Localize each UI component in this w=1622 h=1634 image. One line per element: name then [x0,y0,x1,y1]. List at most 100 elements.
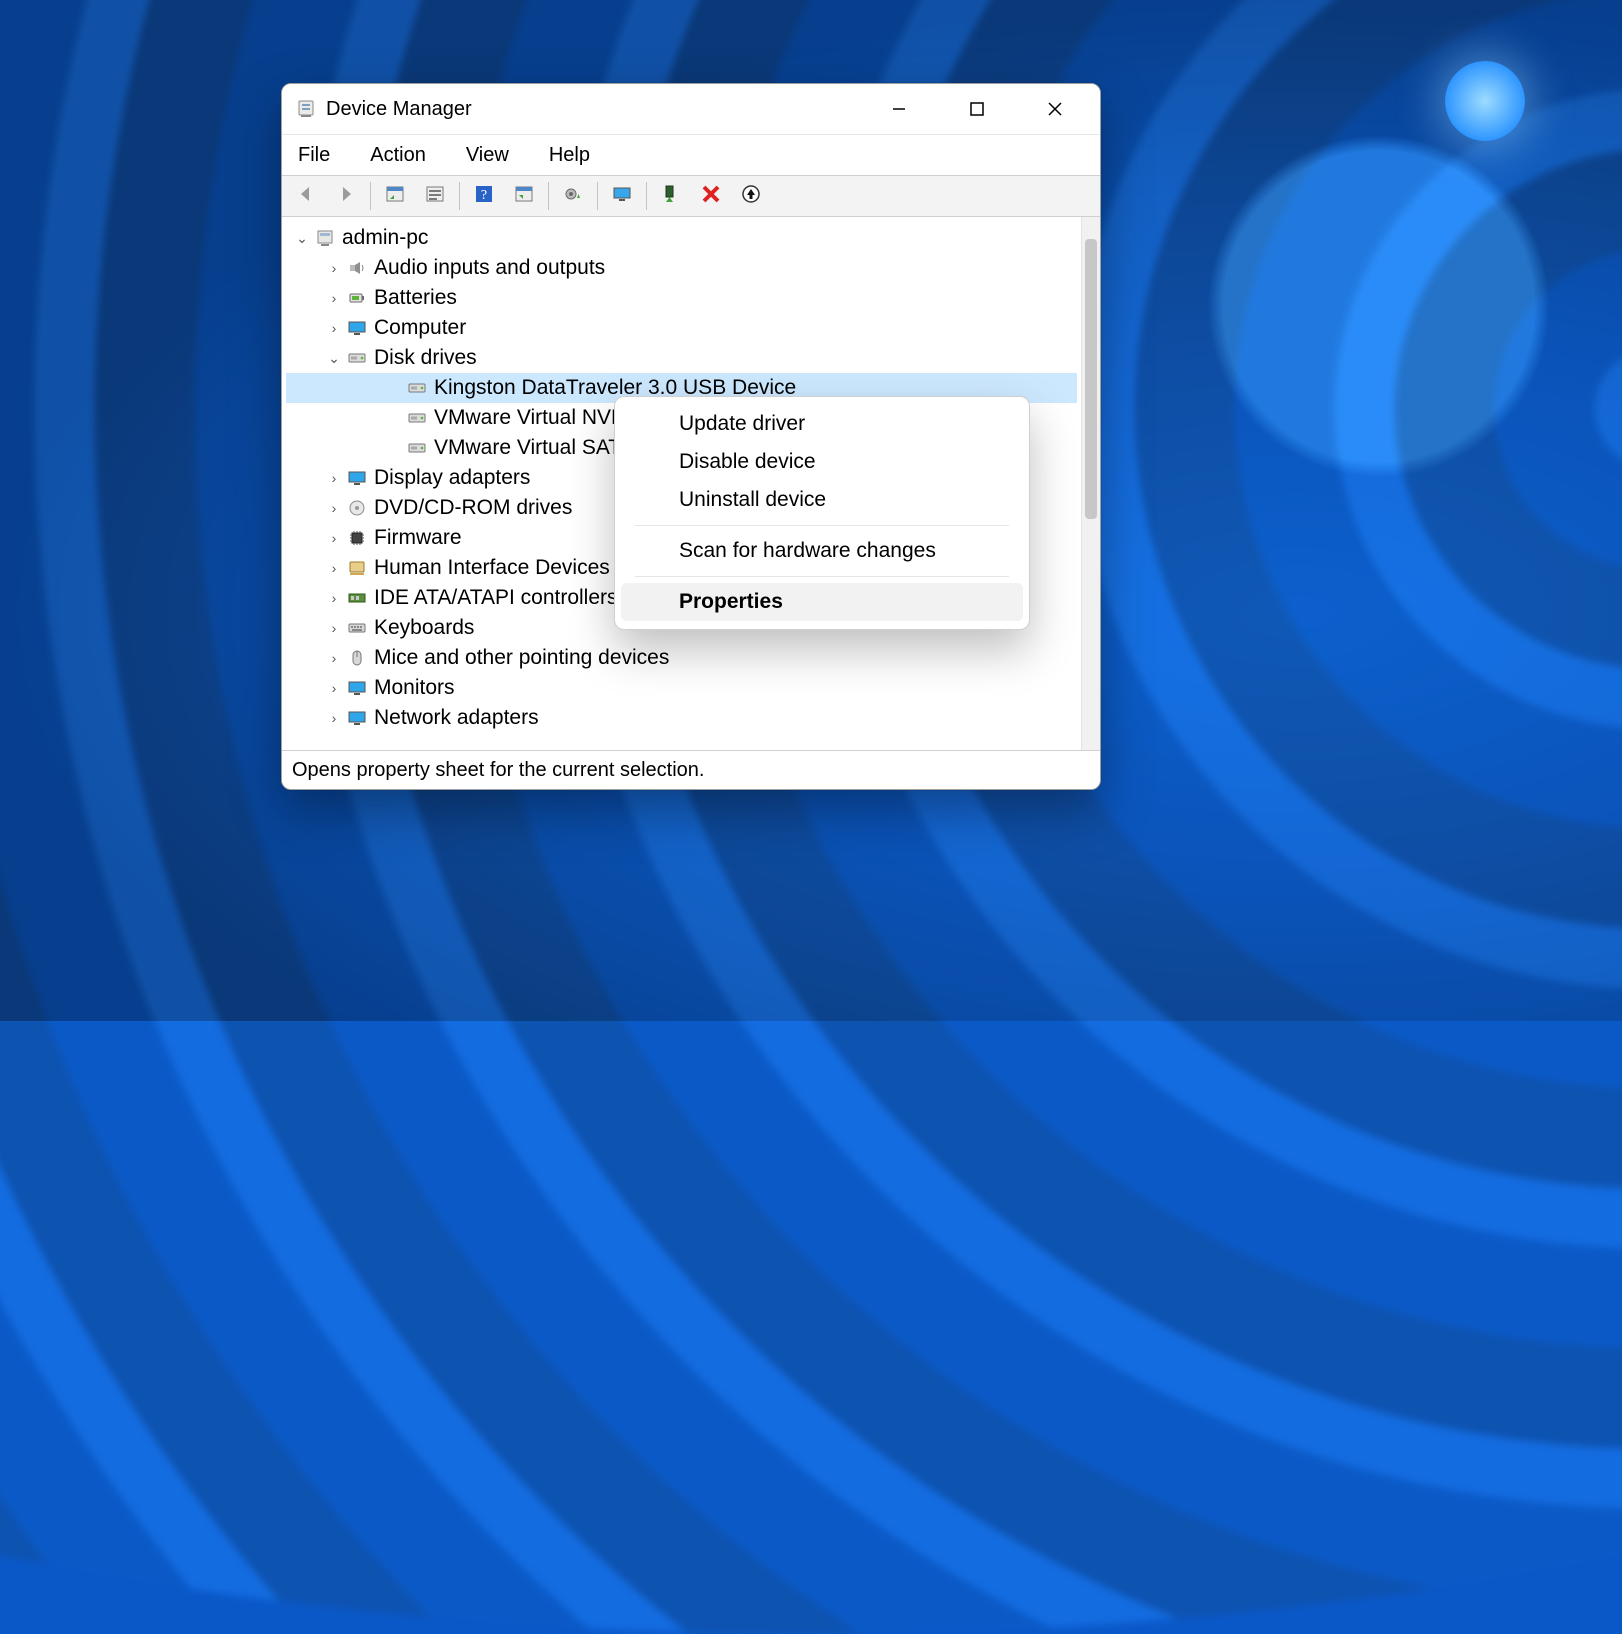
toolbar-monitor-settings[interactable] [604,178,640,214]
monitor-icon [612,184,632,209]
menubar: File Action View Help [282,134,1100,175]
context-menu: Update driverDisable deviceUninstall dev… [614,396,1030,630]
minimize-button[interactable] [884,94,914,124]
tree-node-cat-10[interactable]: › Mice and other pointing devices [286,643,1077,673]
disk-icon [406,437,428,459]
optical-icon [346,497,368,519]
context-menu-scan-for-hardware-changes[interactable]: Scan for hardware changes [621,532,1023,570]
tree-node-label: Monitors [374,676,455,700]
svg-text:?: ? [481,188,487,203]
toolbar-separator [459,182,460,210]
tree-node-cat-2[interactable]: › Computer [286,313,1077,343]
scrollbar-thumb[interactable] [1085,239,1097,519]
chevron-right-icon[interactable]: › [324,470,344,486]
tree-node-label: admin-pc [342,226,428,250]
toolbar-scan-hardware[interactable] [506,178,542,214]
tree-node-cat-1[interactable]: › Batteries [286,283,1077,313]
arrow-left-icon [296,184,316,209]
mouse-icon [346,647,368,669]
context-menu-properties[interactable]: Properties [621,583,1023,621]
chevron-right-icon[interactable]: › [324,710,344,726]
chevron-right-icon[interactable]: › [324,320,344,336]
toolbar-help[interactable]: ? [466,178,502,214]
disk-icon [406,407,428,429]
chevron-right-icon[interactable]: › [324,650,344,666]
chevron-right-icon[interactable]: › [324,530,344,546]
pc-icon [314,227,336,249]
chevron-right-icon[interactable]: › [324,590,344,606]
tree-node-label: Audio inputs and outputs [374,256,605,280]
display-icon [346,707,368,729]
toolbar-disable[interactable] [693,178,729,214]
titlebar[interactable]: Device Manager [282,84,1100,134]
chevron-right-icon[interactable]: › [324,260,344,276]
ide-icon [346,587,368,609]
tree-node-cat-11[interactable]: › Monitors [286,673,1077,703]
menu-action[interactable]: Action [364,141,432,170]
tree-node-label: Human Interface Devices [374,556,610,580]
context-menu-disable-device[interactable]: Disable device [621,443,1023,481]
toolbar-uninstall[interactable] [733,178,769,214]
tree-node-cat-12[interactable]: › Network adapters [286,703,1077,733]
tree-node-label: Computer [374,316,466,340]
gear-up-icon [563,184,583,209]
toolbar-properties[interactable] [417,178,453,214]
properties-icon [425,184,445,209]
chevron-right-icon[interactable]: › [324,620,344,636]
context-menu-separator [635,576,1009,577]
tree-node-label: Batteries [374,286,457,310]
chevron-right-icon[interactable]: › [324,560,344,576]
keyboard-icon [346,617,368,639]
app-icon [296,99,316,119]
tree-node-label: Display adapters [374,466,530,490]
tree-node-cat-3[interactable]: ⌄ Disk drives [286,343,1077,373]
tree-node-label: Disk drives [374,346,477,370]
tree-node-label: Network adapters [374,706,539,730]
tree-node-root[interactable]: ⌄ admin-pc [286,223,1077,253]
toolbar: ? [282,175,1100,217]
menu-file[interactable]: File [292,141,336,170]
window-list-icon [385,184,405,209]
toolbar-forward[interactable] [328,178,364,214]
tree-node-label: Firmware [374,526,462,550]
disk-icon [406,377,428,399]
maximize-button[interactable] [962,94,992,124]
context-menu-separator [635,525,1009,526]
statusbar: Opens property sheet for the current sel… [282,751,1100,789]
chip-icon [346,527,368,549]
chevron-down-icon[interactable]: ⌄ [324,350,344,367]
display-icon [346,677,368,699]
menu-help[interactable]: Help [543,141,596,170]
scrollbar[interactable] [1081,217,1100,750]
computer-icon [346,317,368,339]
speaker-icon [346,257,368,279]
uninstall-icon [741,184,761,209]
menu-view[interactable]: View [460,141,515,170]
tree-node-label: Mice and other pointing devices [374,646,669,670]
toolbar-show-hidden[interactable] [377,178,413,214]
chevron-right-icon[interactable]: › [324,290,344,306]
toolbar-back[interactable] [288,178,324,214]
toolbar-enable[interactable] [653,178,689,214]
hid-icon [346,557,368,579]
tree-node-label: Keyboards [374,616,474,640]
disk-icon [346,347,368,369]
statusbar-text: Opens property sheet for the current sel… [292,759,704,782]
window-title: Device Manager [326,98,472,121]
toolbar-separator [548,182,549,210]
tree-node-cat-0[interactable]: › Audio inputs and outputs [286,253,1077,283]
help-icon: ? [474,184,494,209]
chevron-right-icon[interactable]: › [324,500,344,516]
context-menu-uninstall-device[interactable]: Uninstall device [621,481,1023,519]
scan-icon [514,184,534,209]
display-icon [346,467,368,489]
tree-node-label: IDE ATA/ATAPI controllers [374,586,618,610]
toolbar-update-driver[interactable] [555,178,591,214]
chevron-right-icon[interactable]: › [324,680,344,696]
close-button[interactable] [1040,94,1070,124]
chevron-down-icon[interactable]: ⌄ [292,230,312,247]
tree-node-label: DVD/CD-ROM drives [374,496,572,520]
toolbar-separator [370,182,371,210]
context-menu-update-driver[interactable]: Update driver [621,405,1023,443]
enable-icon [661,184,681,209]
